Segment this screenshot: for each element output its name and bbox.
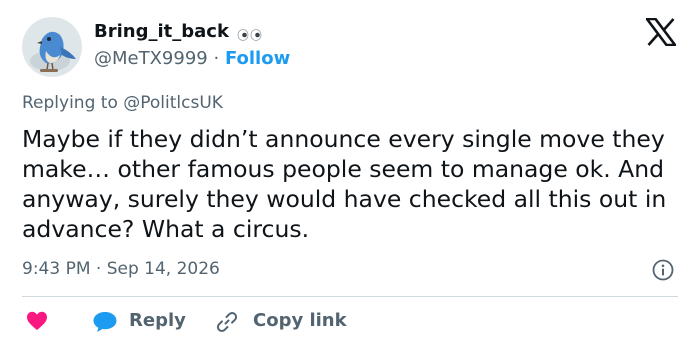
copy-link-label: Copy link <box>253 310 347 331</box>
link-icon <box>216 312 238 332</box>
post-timestamp[interactable]: 9:43 PM · Sep 14, 2026 <box>22 259 220 279</box>
follow-button[interactable]: Follow <box>225 48 290 69</box>
reply-context-prefix: Replying to <box>22 93 118 113</box>
eyes-icon <box>237 29 262 41</box>
info-icon[interactable] <box>652 259 674 281</box>
reply-bubble-icon <box>93 312 117 332</box>
divider <box>22 296 678 297</box>
heart-icon[interactable] <box>26 310 48 332</box>
display-name[interactable]: Bring_it_back <box>94 21 229 42</box>
bluebird-avatar <box>22 17 82 77</box>
avatar[interactable] <box>22 17 82 77</box>
reply-mention-link[interactable]: @PolitlcsUK <box>123 93 223 113</box>
separator-dot: · <box>213 48 220 69</box>
handle-row: @MeTX9999 · Follow <box>94 48 290 69</box>
x-logo-icon[interactable] <box>646 18 676 46</box>
reply-label: Reply <box>129 310 186 331</box>
post-text: Maybe if they didn’t announce every sing… <box>22 125 667 243</box>
reply-context: Replying to @PolitlcsUK <box>22 93 223 113</box>
user-handle[interactable]: @MeTX9999 <box>94 48 208 69</box>
